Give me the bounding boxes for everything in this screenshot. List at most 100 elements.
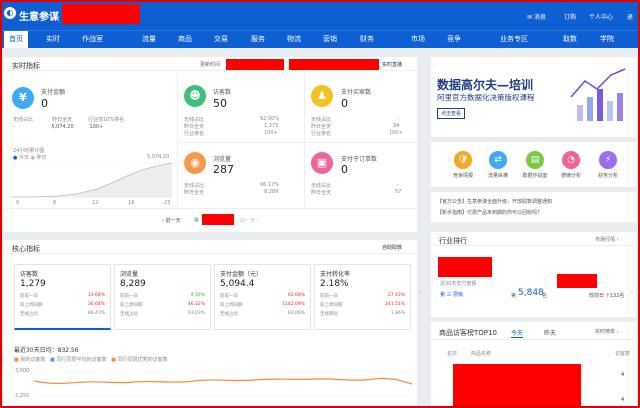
metric-pay-row-label: 无线占比 昨日全天 行业前10%排名 [13, 117, 125, 123]
tool-competition[interactable]: 🛡 竞争情报 [443, 151, 483, 179]
tool-finance[interactable]: ⚡ 财务分析 [588, 151, 628, 179]
subscribe-link[interactable]: 订购 [564, 12, 576, 21]
nav-home[interactable]: 首页 [4, 31, 28, 48]
metric-pay-value: 0 [41, 97, 48, 110]
live-link[interactable]: 实时直播 [382, 61, 402, 68]
core-box-payment[interactable]: 支付金额（元） 5,094.4 较前一日 62.66% 较上周同期 1142.09%… [214, 264, 311, 330]
ad-bar [587, 97, 593, 121]
core-box-row: 无线占比 93.03% [120, 311, 205, 317]
self-fetch-link[interactable]: 自助取数 [382, 244, 402, 251]
core-box-row: 无线占比 86.47% [20, 311, 105, 317]
ad-bar [577, 105, 583, 121]
core-box-pageviews[interactable]: 浏览量 8,289 较前一日 9.39% 较上周同期 46.32% 无线占比 93.0… [114, 264, 211, 330]
tab-yesterday[interactable]: 昨天 [544, 328, 556, 337]
eye-icon: ◉ [184, 152, 206, 174]
ad-title: 数据高尔夫—培训 [437, 78, 534, 92]
core-box-title: 访客数 [20, 271, 39, 278]
avg-label: 最近30天日均：832.56 [14, 347, 79, 354]
shield-icon: 🛡 [454, 151, 472, 169]
nav-traffic[interactable]: 流量 [142, 31, 156, 48]
core-box-visitors[interactable]: 访客数 1,279 较前一日 13.64% 较上周同期 36.64% 无线占比 86.… [14, 264, 111, 330]
nav-fetch-data[interactable]: 取数 [563, 31, 577, 48]
core-box-conversion[interactable]: 支付转化率 2.18% 较前一日 27.43% 较上周同期 241.51% 无线转化… [314, 264, 411, 330]
top-bar: ◐ 生意参谋 ✉ 消息 订购 个人中心 退 [0, 0, 640, 30]
nav-competition[interactable]: 竞争 [447, 31, 461, 48]
ad-banner[interactable]: 数据高尔夫—培训 阿里官方数据化决策版权课程 点击查看 [431, 57, 636, 137]
ad-bar [617, 93, 623, 121]
nav-product[interactable]: 商品 [178, 31, 192, 48]
notice-item[interactable]: 【官方公告】生意参谋全面升级：开放取数调整通知 [437, 198, 552, 205]
nav-finance[interactable]: 财务 [360, 31, 374, 48]
industry-title: 行业排行 [439, 237, 467, 245]
market-link[interactable]: 市场行情 › [595, 236, 619, 243]
prev-day-button[interactable]: ‹ 前一天 [162, 217, 181, 224]
tool-traffic[interactable]: ⇄ 流量纵横 [478, 151, 518, 179]
yen-icon: ¥ [12, 87, 34, 109]
nav-trade[interactable]: 交易 [214, 31, 228, 48]
top10-header: 商品访客榜TOP10 今天 昨天 实时榜单 › [431, 322, 636, 340]
ad-subtitle: 阿里官方数据化决策版权课程 [437, 93, 535, 102]
metric-orders-rows: 无线占比 - 昨日全天 57 [311, 182, 402, 196]
main-nav: 首页 实时 作战室 流量 商品 交易 服务 物流 营销 财务 市场 竞争 业务专… [0, 30, 640, 48]
nav-market[interactable]: 市场 [411, 31, 425, 48]
divider [178, 142, 417, 143]
brand-title: 生意参谋 [19, 12, 59, 23]
calendar-icon[interactable]: ▦ [194, 217, 199, 223]
metric-orders-label: 支付子订单数 [341, 156, 378, 163]
exit-link[interactable]: 退 [627, 12, 633, 21]
redacted-product-list [453, 364, 581, 408]
next-day-button[interactable]: 后一天 › [240, 217, 259, 224]
trend-x-12: 12 [92, 200, 99, 206]
metric-pv-rows: 无线占比 96.17% 昨日全天 8,289 [184, 182, 280, 196]
row-value: 4 [621, 397, 625, 403]
rank-count-label: 第 [511, 293, 517, 299]
tool-label: 流量纵横 [487, 173, 508, 179]
nav-realtime[interactable]: 实时 [46, 31, 60, 48]
tool-analysis[interactable]: ◔ 德律分析 [551, 151, 591, 179]
redacted-industry [438, 257, 492, 277]
core-box-value: 8,289 [120, 279, 146, 289]
redacted-shop-name [62, 4, 140, 24]
carousel-next-icon[interactable]: › [631, 290, 633, 296]
tool-label: 数据作战室 [522, 173, 548, 179]
row-value: 4 [621, 372, 625, 378]
realtime-rank-link[interactable]: 实时榜单 › [595, 328, 619, 335]
y-label: 2,250 [15, 393, 30, 399]
redacted-date [202, 214, 234, 225]
nav-marketing[interactable]: 营销 [323, 31, 337, 48]
metric-visitors-rows: 无线占比 92.00% 昨日全天 1,373 行业排名 100+ [184, 116, 280, 137]
core-box-row: 较前一日 62.66% [220, 293, 305, 299]
nav-warroom[interactable]: 作战室 [82, 31, 103, 48]
carousel-prev-icon[interactable]: ‹ [419, 290, 421, 296]
last-days-label: 近30天支付金额 [440, 281, 477, 287]
message-link[interactable]: ✉ 消息 [527, 12, 546, 21]
tool-label: 竞争情报 [452, 173, 473, 179]
visitors-trend-line [34, 377, 412, 385]
ad-cta-button[interactable]: 点击查看 [437, 108, 466, 119]
tab-today[interactable]: 今天 [511, 328, 524, 338]
tool-warroom[interactable]: ▤ 数据作战室 [515, 151, 555, 179]
trend-label: 24小时累计图 [13, 148, 45, 154]
core-trend-chart [34, 370, 412, 397]
col-name: 商品名称 [471, 351, 492, 357]
nav-academy[interactable]: 学院 [600, 31, 614, 48]
rank-count-suffix: 名 [542, 293, 548, 299]
metric-pay-label: 支付金额 [41, 89, 66, 96]
nav-business-zone[interactable]: 业务专区 [500, 31, 528, 48]
ad-bar [597, 89, 603, 121]
trend-chart [12, 162, 172, 198]
trend-max-label: 5,074.20 [147, 154, 170, 160]
visitors-icon: ☻ [184, 85, 206, 107]
core-box-row: 较上周同期 241.51% [320, 302, 405, 308]
nav-logistics[interactable]: 物流 [287, 31, 301, 48]
chart-legend: ■ 我的访客数 ■ 同行同层平均的访客数 ■ 同行同层优秀的访客数 [14, 357, 168, 363]
personal-center-link[interactable]: 个人中心 [589, 12, 613, 21]
rank-level: 第 三 层级 [440, 292, 464, 298]
core-box-row: 较上周同期 1142.09% [220, 302, 305, 308]
nav-service[interactable]: 服务 [251, 31, 265, 48]
core-box-value: 2.18% [320, 279, 349, 289]
notice-item[interactable]: 【新手指南】付费产品未到期的你可以回收吗？ [437, 209, 542, 216]
divider [4, 208, 417, 209]
redacted-rank [557, 274, 597, 288]
core-box-row: 无线占比 83.06% [220, 311, 305, 317]
